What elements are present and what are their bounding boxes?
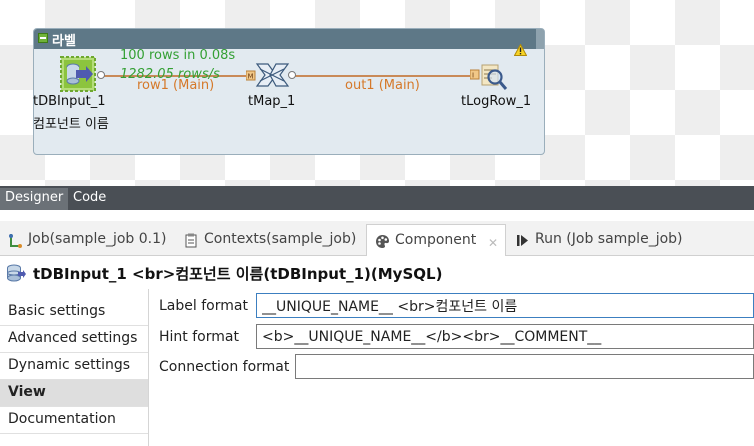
label-format-label: Label format — [159, 298, 248, 314]
nav-dynamic-settings[interactable]: Dynamic settings — [0, 353, 148, 380]
subjob-box[interactable]: 라벨 — [33, 28, 545, 155]
component-label-tdbinput[interactable]: tDBInput_1 — [33, 94, 105, 109]
database-input-icon — [60, 56, 105, 92]
hint-format-label: Hint format — [159, 329, 239, 345]
nav-basic-settings[interactable]: Basic settings — [0, 299, 148, 326]
warning-icon[interactable] — [514, 44, 527, 56]
run-icon — [517, 235, 528, 246]
component-tdbinput[interactable] — [60, 56, 106, 94]
designer-canvas[interactable]: 라벨 M I 100 rows in 0.08s 1282.05 rows/s … — [0, 0, 754, 186]
tab-contexts[interactable]: Contexts(sample_job) — [176, 224, 366, 256]
flow-label-out1[interactable]: out1 (Main) — [345, 78, 420, 93]
component-label-tlogrow[interactable]: tLogRow_1 — [461, 94, 531, 109]
editor-mode-tabs: Designer Code — [0, 186, 754, 210]
flow-label-row1[interactable]: row1 (Main) — [137, 78, 214, 93]
nav-advanced-settings[interactable]: Advanced settings — [0, 326, 148, 353]
subjob-header-edge — [536, 29, 544, 49]
close-icon[interactable]: ✕ — [488, 236, 498, 250]
svg-text:I: I — [472, 72, 474, 80]
component-title: tDBInput_1 <br>컴포넌트 이름(tDBInput_1)(MySQL… — [33, 265, 443, 283]
job-icon — [9, 234, 22, 248]
subjob-title: 라벨 — [52, 34, 76, 49]
nav-documentation[interactable]: Documentation — [0, 407, 148, 434]
tab-job[interactable]: Job(sample_job 0.1) — [0, 224, 176, 256]
component-label-tmap[interactable]: tMap_1 — [248, 94, 295, 109]
collapse-icon[interactable] — [38, 33, 48, 43]
tab-designer[interactable]: Designer — [0, 188, 69, 210]
svg-text:M: M — [248, 73, 254, 81]
stats-rows: 100 rows in 0.08s — [120, 48, 236, 63]
link-out1[interactable] — [294, 75, 474, 77]
component-header: tDBInput_1 <br>컴포넌트 이름(tDBInput_1)(MySQL… — [0, 257, 754, 289]
contexts-icon — [185, 233, 197, 248]
component-tlogrow[interactable]: I — [469, 62, 516, 92]
settings-nav: Basic settings Advanced settings Dynamic… — [0, 289, 149, 446]
log-row-search-icon: I — [469, 64, 508, 90]
label-format-input[interactable] — [256, 293, 754, 318]
tab-contexts-label: Contexts(sample_job) — [204, 231, 357, 247]
tab-job-label: Job(sample_job 0.1) — [28, 231, 167, 247]
subjob-header[interactable]: 라벨 — [34, 29, 544, 49]
palette-icon — [376, 235, 389, 248]
tab-run[interactable]: Run (Job sample_job) — [507, 224, 707, 256]
component-label-tdbinput-line2[interactable]: 컴포넌트 이름 — [33, 113, 109, 132]
tab-component-label: Component — [395, 232, 477, 248]
view-tabs: Job(sample_job 0.1) Contexts(sample_job)… — [0, 221, 754, 256]
database-icon — [7, 264, 26, 282]
tab-code[interactable]: Code — [68, 188, 111, 210]
tab-run-label: Run (Job sample_job) — [535, 231, 683, 247]
tab-component[interactable]: Component ✕ — [366, 224, 506, 256]
component-tmap[interactable]: M — [245, 60, 296, 90]
tmap-icon: M — [245, 63, 296, 87]
nav-view[interactable]: View — [0, 380, 148, 407]
connection-format-label: Connection format — [159, 359, 290, 375]
talend-studio-window: 라벨 M I 100 rows in 0.08s 1282.05 rows/s … — [0, 0, 754, 446]
hint-format-input[interactable] — [256, 324, 754, 349]
connection-format-input[interactable] — [295, 354, 754, 379]
